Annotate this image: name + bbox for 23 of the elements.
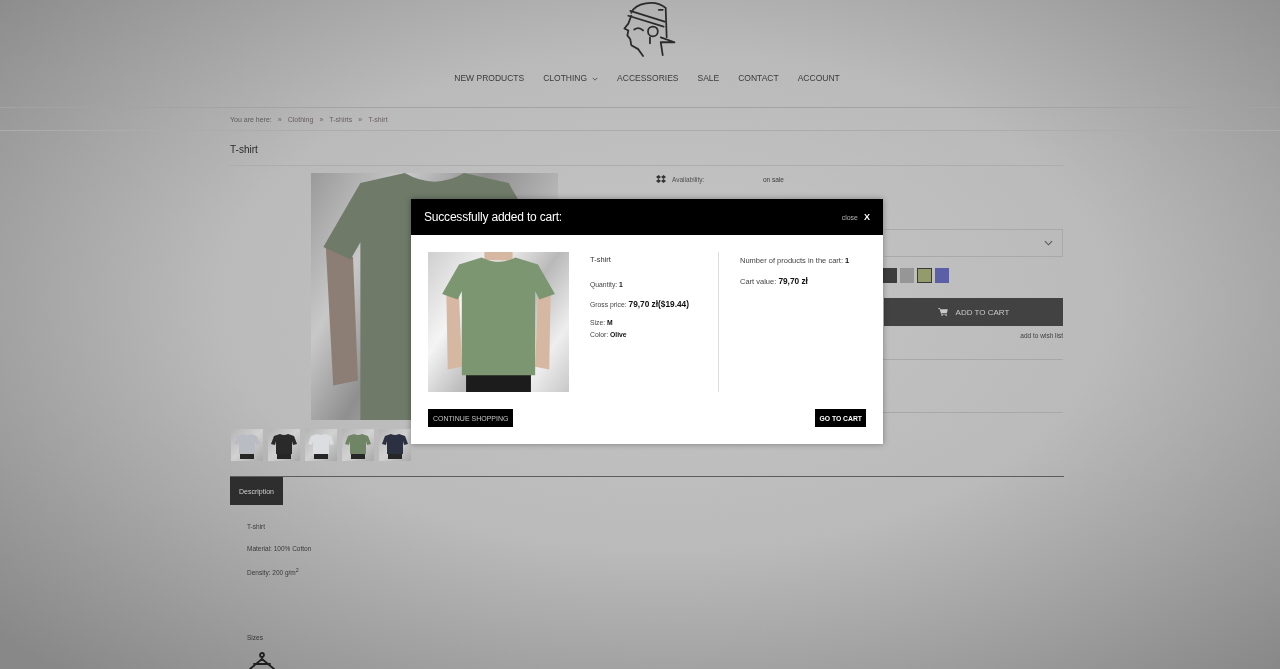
thumbnail-photo[interactable] <box>342 429 374 461</box>
thumbnail-photo[interactable] <box>268 429 300 461</box>
nav-link[interactable]: CLOTHING <box>543 73 599 84</box>
color-swatch[interactable] <box>917 268 932 283</box>
modal-title: Successfully added to cart: <box>424 210 562 224</box>
color-swatch[interactable] <box>900 268 914 283</box>
chevron-down-icon <box>592 76 599 81</box>
nav-link[interactable]: CONTACT <box>738 73 779 84</box>
add-to-cart-button[interactable]: ADD TO CART <box>884 298 1063 326</box>
boxes-icon <box>656 174 666 184</box>
color-swatch[interactable] <box>935 268 949 283</box>
cart-icon <box>937 308 948 316</box>
nav-link[interactable]: ACCESSORIES <box>617 73 679 84</box>
thumbnail-photo[interactable] <box>379 429 411 461</box>
color-swatch[interactable] <box>883 268 897 283</box>
nav-link[interactable]: SALE <box>697 73 720 84</box>
thumbnail-photo[interactable] <box>305 429 337 461</box>
thumbnail-photo[interactable] <box>231 429 263 461</box>
product-title: T-shirt <box>230 143 258 155</box>
nav-link[interactable]: ACCOUNT <box>797 73 840 84</box>
nav-link[interactable]: NEW PRODUCTS <box>454 73 525 84</box>
hanger-icon <box>248 652 276 669</box>
chevron-down-icon <box>1044 240 1053 246</box>
